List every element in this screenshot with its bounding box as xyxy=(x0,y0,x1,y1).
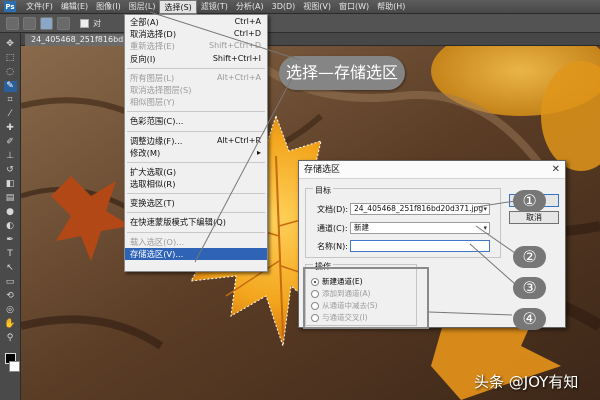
menu-item-save-selection[interactable]: 存储选区(V)... xyxy=(125,247,267,260)
healing-tool-icon[interactable]: ✚ xyxy=(4,123,17,134)
menu-item-grow[interactable]: 扩大选取(G) xyxy=(125,166,267,178)
name-label: 名称(N): xyxy=(317,242,348,251)
channel-label: 通道(C): xyxy=(317,224,348,233)
menu-item-similar-layers: 相似图层(Y) xyxy=(130,97,175,108)
menu-analysis[interactable]: 分析(A) xyxy=(232,0,268,14)
menu-item-deselect-layers: 取消选择图层(S) xyxy=(130,84,192,95)
menu-item-deselect[interactable]: 取消选择(D) Ctrl+D xyxy=(125,28,267,40)
brush-size-icon[interactable] xyxy=(57,16,70,30)
marker-2: ② xyxy=(513,246,546,268)
menu-item-load-selection: 载入选区(O)... xyxy=(130,236,185,247)
channel-value: 新建 xyxy=(354,223,369,232)
dodge-tool-icon[interactable]: ◐ xyxy=(4,221,17,232)
menu-image[interactable]: 图像(I) xyxy=(92,0,125,14)
photoshop-window: Ps 文件(F) 编辑(E) 图像(I) 图层(L) 选择(S) 滤镜(T) 分… xyxy=(0,0,600,400)
menu-item-inverse[interactable]: 反向(I) Shift+Ctrl+I xyxy=(125,53,267,65)
menu-item-modify[interactable]: 修改(M) ▸ xyxy=(125,147,267,159)
background-color-swatch[interactable] xyxy=(8,361,20,372)
gradient-tool-icon[interactable]: ▤ xyxy=(4,193,17,204)
add-brush-icon[interactable] xyxy=(23,16,36,30)
menu-separator xyxy=(127,161,265,163)
callout-label: 选择—存储选区 xyxy=(279,56,405,90)
hand-tool-icon[interactable]: ✋ xyxy=(4,319,17,330)
pen-tool-icon[interactable]: ✒ xyxy=(4,235,17,246)
crop-tool-icon[interactable]: ⌗ xyxy=(4,95,17,106)
chevron-down-icon: ▾ xyxy=(483,224,487,232)
marker-3: ③ xyxy=(513,277,546,299)
app-logo: Ps xyxy=(4,1,16,12)
menu-file[interactable]: 文件(F) xyxy=(22,0,57,14)
destination-legend: 目标 xyxy=(313,185,333,196)
shape-tool-icon[interactable]: ▭ xyxy=(4,277,17,288)
stamp-tool-icon[interactable]: ⊥ xyxy=(4,151,17,162)
chevron-down-icon: ▾ xyxy=(483,205,487,213)
marquee-tool-icon[interactable]: ⬚ xyxy=(4,53,17,64)
marker-1: ① xyxy=(513,190,546,212)
document-tab-bar: 24_405468_251f816bd20d371.jp... xyxy=(21,33,600,46)
menu-separator xyxy=(127,67,265,69)
menu-separator xyxy=(127,130,265,132)
menu-separator xyxy=(127,231,265,233)
options-bar: 对 xyxy=(0,14,600,33)
tools-panel: ✥ ⬚ ◌ ✎ ⌗ ⁄ ✚ ✐ ⊥ ↺ ◧ ▤ ● ◐ ✒ T ↖ ▭ ⟲ ◎ … xyxy=(0,33,21,400)
3d-rotate-icon[interactable]: ⟲ xyxy=(4,291,17,302)
menu-separator xyxy=(127,111,265,113)
document-value: 24_405468_251f816bd20d371.jpg xyxy=(354,204,484,213)
path-select-icon[interactable]: ↖ xyxy=(4,263,17,274)
menu-select[interactable]: 选择(S) xyxy=(159,0,197,14)
menu-filter[interactable]: 滤镜(T) xyxy=(197,0,232,14)
sample-all-layers-label: 对 xyxy=(93,18,101,28)
menu-item-similar[interactable]: 选取相似(R) xyxy=(125,178,267,190)
menu-view[interactable]: 视图(V) xyxy=(299,0,335,14)
close-icon[interactable]: ✕ xyxy=(552,161,560,179)
menu-item-reselect: 重新选择(E) Shift+Ctrl+D xyxy=(130,41,261,52)
menu-item-select-all[interactable]: 全部(A) Ctrl+A xyxy=(125,16,267,28)
operation-highlight-box xyxy=(303,267,429,329)
menu-item-color-range[interactable]: 色彩范围(C)... xyxy=(125,115,267,127)
3d-orbit-icon[interactable]: ◎ xyxy=(4,305,17,316)
document-label: 文档(D): xyxy=(317,205,349,214)
menu-item-refine-edge[interactable]: 调整边缘(F)... Alt+Ctrl+R xyxy=(125,135,267,147)
channel-select[interactable]: 新建 ▾ xyxy=(350,222,490,234)
watermark: 头条 @JOY有知 xyxy=(474,373,579,391)
menu-edit[interactable]: 编辑(E) xyxy=(57,0,92,14)
lasso-tool-icon[interactable]: ◌ xyxy=(4,67,17,78)
marker-4: ④ xyxy=(513,308,546,330)
eyedropper-tool-icon[interactable]: ⁄ xyxy=(4,109,17,120)
history-brush-icon[interactable]: ↺ xyxy=(4,165,17,176)
select-menu-dropdown: 全部(A) Ctrl+A 取消选择(D) Ctrl+D 重新选择(E) Shift+C… xyxy=(124,14,268,272)
dialog-title: 存储选区 xyxy=(304,165,341,175)
quick-selection-tool-icon[interactable]: ✎ xyxy=(3,81,17,92)
menu-item-transform-selection[interactable]: 变换选区(T) xyxy=(125,197,267,209)
menu-bar: Ps 文件(F) 编辑(E) 图像(I) 图层(L) 选择(S) 滤镜(T) 分… xyxy=(0,0,600,14)
menu-separator xyxy=(127,212,265,214)
submenu-arrow-icon: ▸ xyxy=(256,147,261,157)
name-input[interactable] xyxy=(350,240,490,252)
menu-layer[interactable]: 图层(L) xyxy=(125,0,160,14)
menu-item-all-layers: 所有图层(L) Alt+Ctrl+A xyxy=(130,72,261,83)
brush-tool-icon[interactable]: ✐ xyxy=(4,137,17,148)
type-tool-icon[interactable]: T xyxy=(4,249,17,260)
sample-all-layers-checkbox[interactable] xyxy=(80,18,89,28)
eraser-tool-icon[interactable]: ◧ xyxy=(4,179,17,190)
cancel-button[interactable]: 取消 xyxy=(509,211,559,224)
blur-tool-icon[interactable]: ● xyxy=(4,207,17,218)
menu-3d[interactable]: 3D(D) xyxy=(268,0,300,14)
move-tool-icon[interactable]: ✥ xyxy=(4,39,17,50)
menu-item-quick-mask[interactable]: 在快速蒙版模式下编辑(Q) xyxy=(125,216,267,228)
menu-window[interactable]: 窗口(W) xyxy=(335,0,373,14)
menu-separator xyxy=(127,193,265,195)
dialog-title-bar: 存储选区 ✕ xyxy=(299,161,565,179)
zoom-tool-icon[interactable]: ⚲ xyxy=(4,333,17,344)
brush-mode-icon[interactable] xyxy=(6,16,19,30)
document-select[interactable]: 24_405468_251f816bd20d371.jpg ▾ xyxy=(350,203,490,215)
quick-selection-icon[interactable] xyxy=(40,16,53,30)
menu-help[interactable]: 帮助(H) xyxy=(373,0,409,14)
